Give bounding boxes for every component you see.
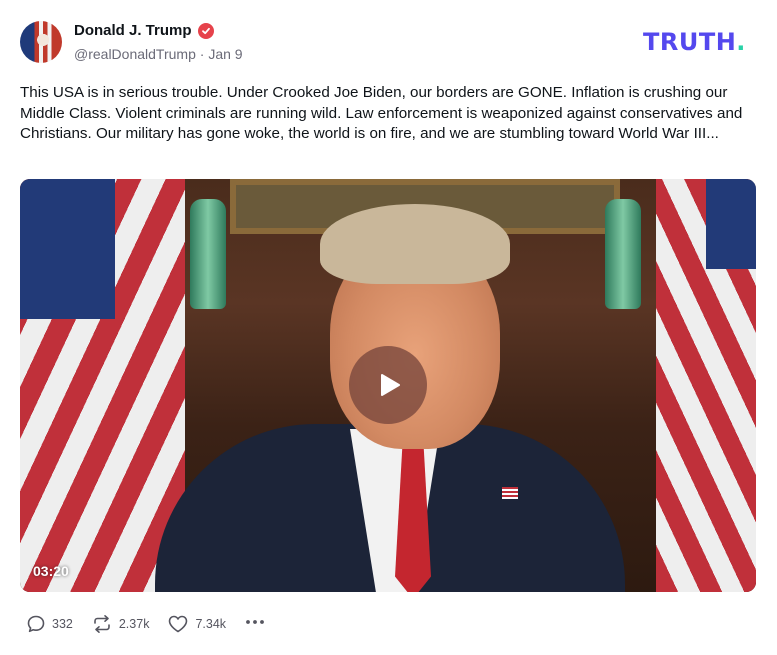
right-flag [656, 179, 756, 592]
like-button[interactable]: 7.34k [167, 614, 226, 634]
heart-icon [169, 615, 188, 632]
avatar[interactable] [20, 21, 62, 63]
flag-pin [502, 487, 518, 499]
like-count: 7.34k [195, 616, 227, 631]
right-flag-canton [706, 179, 756, 269]
right-vase [605, 199, 641, 309]
truth-post: Donald J. Trump @realDonaldTrump · Jan 9… [0, 0, 777, 655]
post-text: This USA is in serious trouble. Under Cr… [20, 84, 743, 142]
hair [320, 204, 510, 284]
post-date[interactable]: Jan 9 [208, 46, 242, 62]
logo-dot: . [736, 28, 746, 56]
author-handle[interactable]: @realDonaldTrump [74, 46, 196, 62]
retruth-count: 2.37k [118, 616, 150, 631]
author-name[interactable]: Donald J. Trump [74, 22, 192, 39]
logo-text: TRUTH [643, 28, 737, 56]
action-bar: 332 2.37k 7.34k [26, 612, 266, 635]
reply-count: 332 [52, 616, 73, 631]
reply-button[interactable]: 332 [26, 614, 73, 634]
left-flag-canton [20, 179, 115, 319]
meta-separator: · [199, 46, 205, 62]
comment-icon [27, 615, 45, 632]
truth-logo[interactable]: TRUTH. [643, 28, 746, 56]
play-icon [381, 374, 400, 396]
repost-icon [94, 614, 110, 633]
post-meta: @realDonaldTrump · Jan 9 [74, 46, 243, 62]
play-button[interactable] [349, 346, 427, 424]
verified-badge-icon [197, 22, 214, 39]
left-flag [20, 179, 185, 592]
retruth-button[interactable]: 2.37k [91, 614, 150, 634]
video-player[interactable]: 03:20 [20, 179, 756, 592]
video-duration: 03:20 [33, 563, 69, 579]
left-vase [190, 199, 226, 309]
more-options-icon [246, 620, 264, 624]
more-options-button[interactable] [244, 612, 266, 635]
author-name-row: Donald J. Trump [74, 22, 214, 39]
